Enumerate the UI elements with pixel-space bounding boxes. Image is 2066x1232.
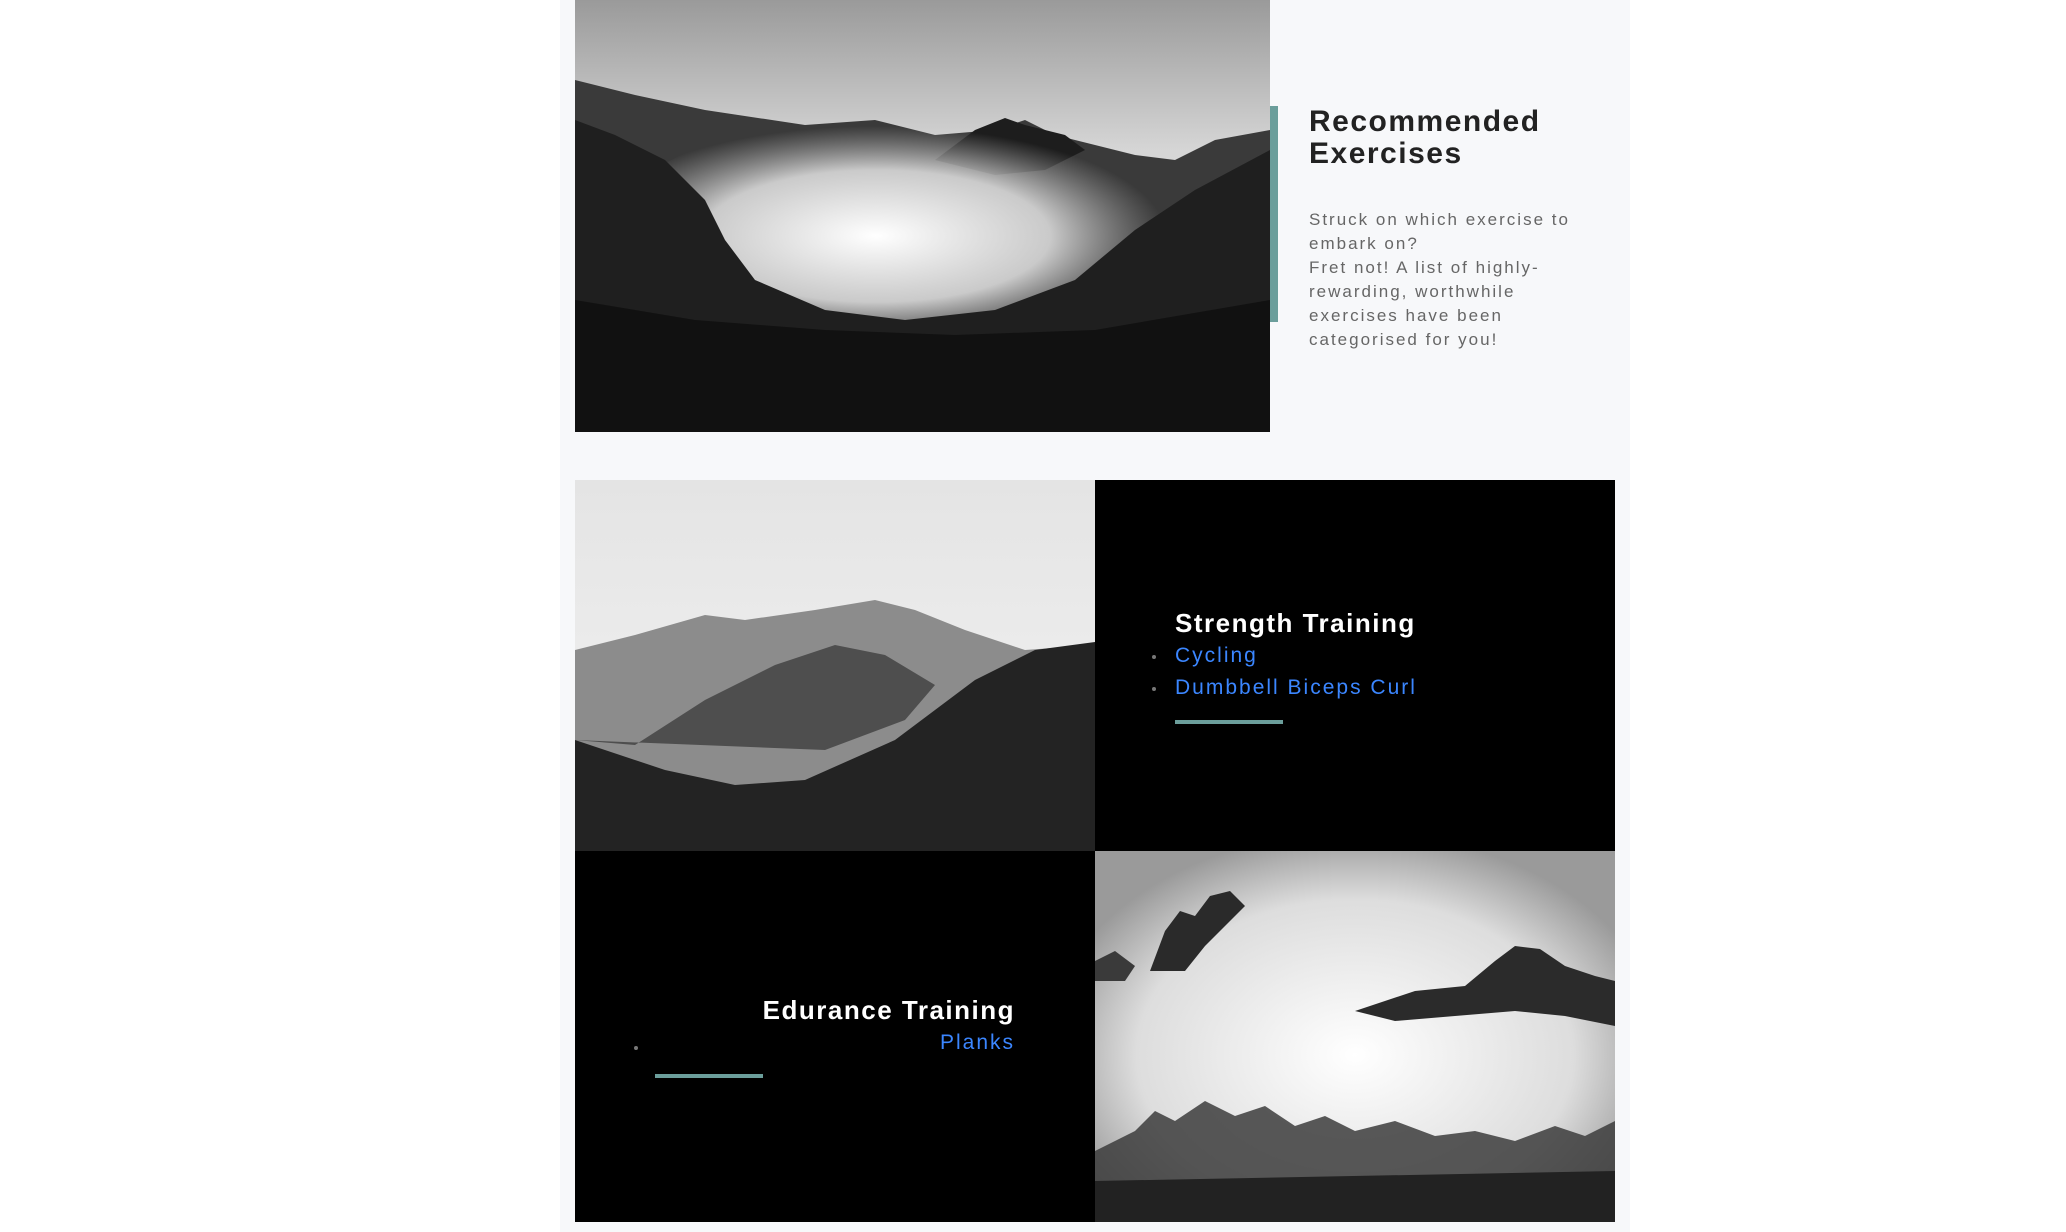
endurance-training-card: Edurance Training Planks [575,851,1095,1222]
strength-training-card: Strength Training Cycling Dumbbell Bicep… [1095,480,1615,851]
exercise-link-planks[interactable]: Planks [940,1031,1015,1054]
bullet-icon [1152,655,1156,659]
foggy-peaks-image [1095,851,1615,1222]
intro-description: Struck on which exercise to embark on? F… [1309,208,1609,352]
strength-exercise-list: Cycling Dumbbell Biceps Curl [1152,640,1417,704]
exercise-link-cycling[interactable]: Cycling [1175,644,1258,667]
intro-line-2: Fret not! A list of highly-rewarding, wo… [1309,258,1540,349]
page-container: Recommended Exercises Struck on which ex… [560,0,1630,1232]
list-item: Cycling [1152,640,1417,672]
accent-divider [1175,720,1283,724]
list-item: Planks [763,1027,1015,1059]
list-item: Dumbbell Biceps Curl [1152,672,1417,704]
exercise-link-dumbbell-biceps-curl[interactable]: Dumbbell Biceps Curl [1175,676,1417,699]
intro-panel: Recommended Exercises Struck on which ex… [1270,105,1615,349]
endurance-card-content: Edurance Training Planks [763,993,1015,1059]
mountain-ridges-image [575,480,1095,851]
bullet-icon [634,1046,638,1050]
strength-card-content: Strength Training Cycling Dumbbell Bicep… [1152,606,1417,704]
hero-mountain-image [575,0,1270,432]
endurance-title: Edurance Training [762,995,1015,1025]
exercise-grid: Strength Training Cycling Dumbbell Bicep… [575,480,1615,1222]
intro-line-1: Struck on which exercise to embark on? [1309,210,1570,253]
bullet-icon [1152,687,1156,691]
intro-title: Recommended Exercises [1309,105,1541,170]
strength-title: Strength Training [1175,608,1416,638]
accent-divider [655,1074,763,1078]
endurance-exercise-list: Planks [763,1027,1015,1059]
